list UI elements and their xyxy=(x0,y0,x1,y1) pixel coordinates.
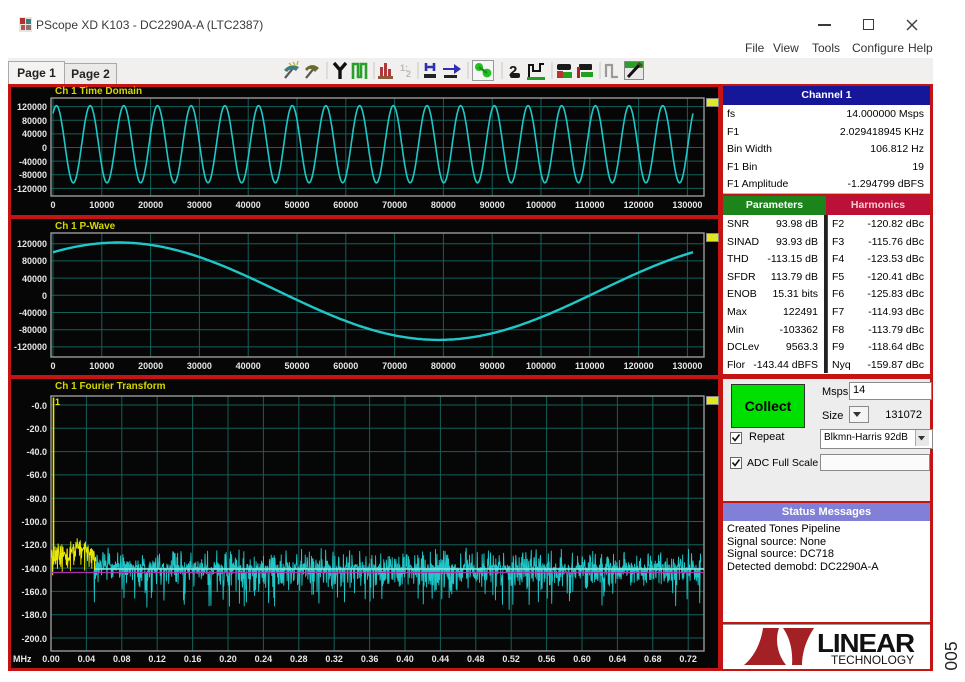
svg-text:TECHNOLOGY: TECHNOLOGY xyxy=(831,653,914,666)
